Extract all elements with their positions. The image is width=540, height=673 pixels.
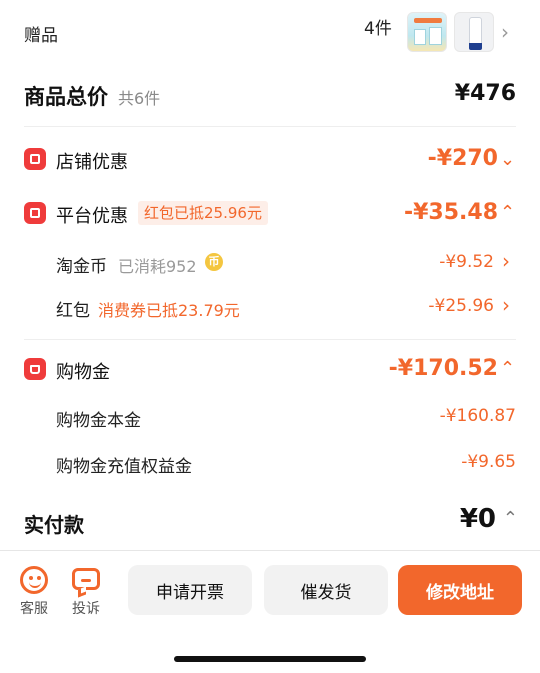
chevron-right-icon[interactable]: › bbox=[502, 249, 510, 273]
redpacket-note: 消费券已抵23.79元 bbox=[98, 301, 240, 320]
urge-shipping-button[interactable]: 催发货 bbox=[264, 565, 388, 615]
redpacket-tag: 红包已抵25.96元 bbox=[138, 201, 268, 225]
chevron-right-icon[interactable]: › bbox=[502, 293, 510, 317]
store-icon bbox=[24, 148, 46, 170]
platform-discount-amount: -¥35.48 bbox=[403, 200, 498, 225]
taojinbi-label: 淘金币 bbox=[56, 257, 107, 277]
total-amount: ¥476 bbox=[454, 81, 516, 106]
redpacket-label: 红包 bbox=[56, 301, 90, 321]
home-indicator[interactable] bbox=[174, 656, 366, 662]
shopping-gold-icon bbox=[24, 358, 46, 380]
gift-count: 4件 bbox=[364, 19, 392, 39]
shopping-gold-principal-label: 购物金本金 bbox=[56, 411, 141, 431]
shopping-gold-title: 购物金 bbox=[56, 362, 110, 383]
invoice-button[interactable]: 申请开票 bbox=[128, 565, 252, 615]
gift-thumbnail-1[interactable] bbox=[407, 12, 447, 52]
store-discount-title: 店铺优惠 bbox=[56, 152, 128, 173]
chevron-up-icon[interactable]: ⌃ bbox=[503, 508, 518, 529]
total-item-count: 共6件 bbox=[118, 89, 161, 108]
complaint-label[interactable]: 投诉 bbox=[72, 598, 100, 618]
chevron-right-icon[interactable]: › bbox=[501, 20, 509, 44]
chevron-up-icon[interactable]: ⌃ bbox=[500, 202, 515, 223]
gift-thumbnail-2[interactable] bbox=[454, 12, 494, 52]
service-label[interactable]: 客服 bbox=[20, 598, 48, 618]
service-face-icon[interactable] bbox=[20, 566, 48, 594]
store-discount-amount: -¥270 bbox=[427, 146, 498, 171]
shopping-gold-amount: -¥170.52 bbox=[388, 356, 498, 381]
platform-discount-title: 平台优惠 bbox=[56, 206, 128, 227]
paid-amount: ¥0 bbox=[459, 504, 496, 534]
taojinbi-amount: -¥9.52 bbox=[439, 252, 494, 272]
shopping-gold-bonus-label: 购物金充值权益金 bbox=[56, 457, 192, 477]
coin-icon: 币 bbox=[205, 253, 223, 271]
chevron-up-icon[interactable]: ⌃ bbox=[500, 358, 515, 379]
platform-icon bbox=[24, 202, 46, 224]
divider bbox=[0, 550, 540, 551]
taojinbi-note: 已消耗952 bbox=[118, 257, 197, 276]
chevron-down-icon[interactable]: ⌄ bbox=[500, 149, 515, 170]
divider bbox=[24, 339, 516, 340]
divider bbox=[24, 126, 516, 127]
paid-title: 实付款 bbox=[24, 513, 84, 537]
complaint-chat-icon[interactable] bbox=[72, 568, 100, 598]
total-title: 商品总价 bbox=[24, 85, 108, 109]
shopping-gold-principal-amount: -¥160.87 bbox=[439, 406, 516, 426]
redpacket-amount: -¥25.96 bbox=[428, 296, 494, 316]
shopping-gold-bonus-amount: -¥9.65 bbox=[461, 452, 516, 472]
gift-label: 赠品 bbox=[24, 25, 58, 46]
modify-address-button[interactable]: 修改地址 bbox=[398, 565, 522, 615]
